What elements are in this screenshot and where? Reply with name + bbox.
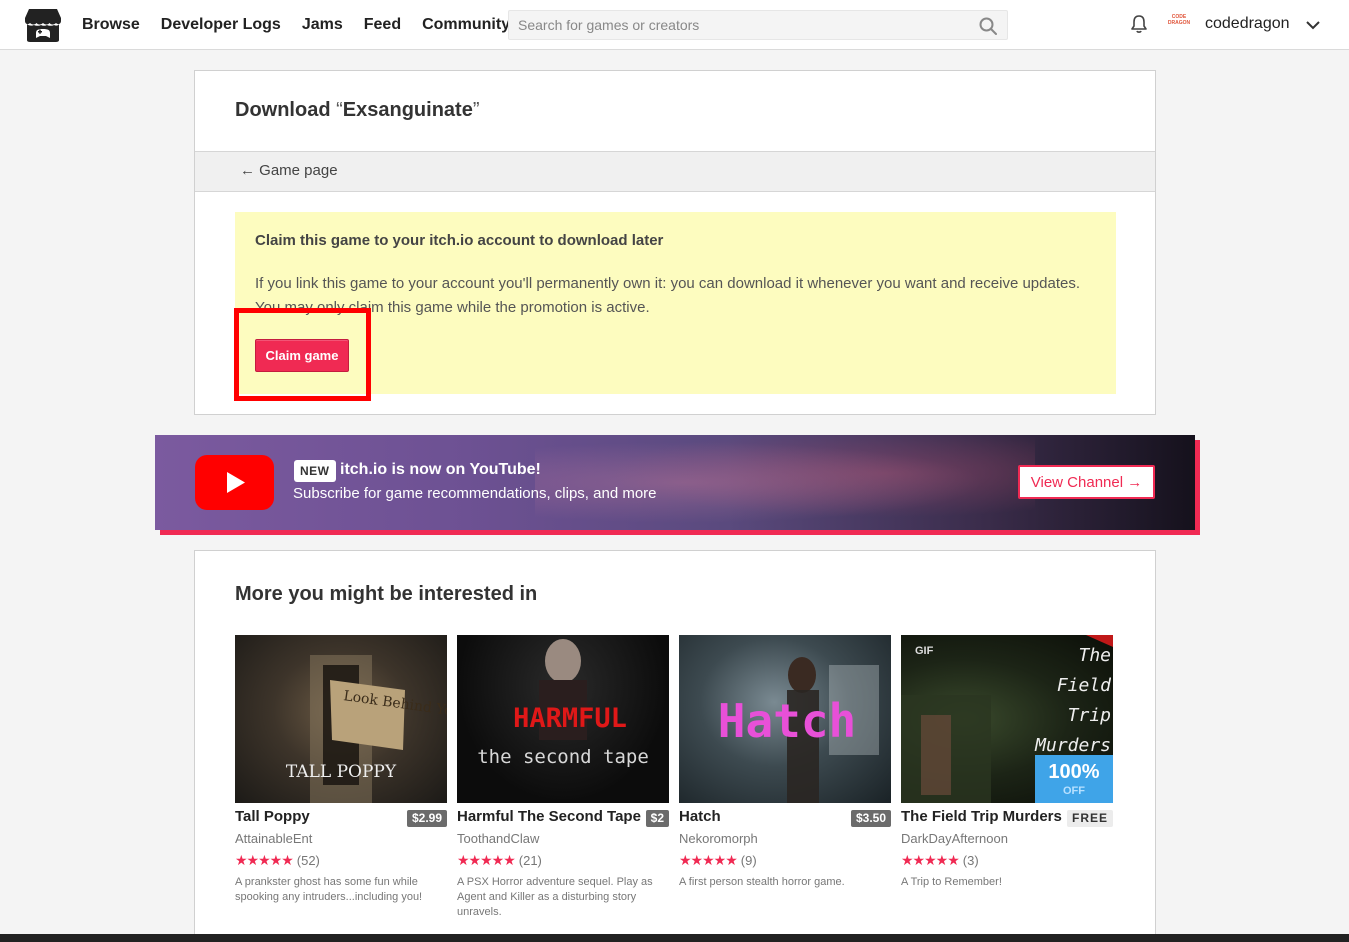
taskbar-edge bbox=[0, 934, 1349, 942]
claim-game-button[interactable]: Claim game bbox=[255, 339, 349, 372]
nav-jams[interactable]: Jams bbox=[302, 16, 343, 34]
nav-community[interactable]: Community bbox=[422, 16, 510, 34]
stars-icon: ★★★★★ bbox=[235, 852, 294, 868]
game-card: HARMFUL the second tape Harmful The Seco… bbox=[457, 635, 669, 935]
nav-feed[interactable]: Feed bbox=[364, 16, 401, 34]
hatch-art: Hatch bbox=[718, 657, 879, 803]
title-prefix: Download bbox=[235, 99, 331, 121]
rating-count: (9) bbox=[740, 853, 757, 868]
youtube-banner: NEW itch.io is now on YouTube! Subscribe… bbox=[155, 435, 1195, 530]
game-page-link[interactable]: ← Game page bbox=[240, 162, 338, 179]
nav-developer-logs[interactable]: Developer Logs bbox=[161, 16, 281, 34]
game-title[interactable]: Harmful The Second Tape bbox=[457, 808, 641, 825]
game-description: A prankster ghost has some fun while spo… bbox=[235, 876, 423, 903]
page-title: Download “Exsanguinate” bbox=[235, 99, 480, 122]
stars-icon: ★★★★★ bbox=[901, 852, 960, 868]
rating-count: (3) bbox=[962, 853, 979, 868]
price-badge: $3.50 bbox=[850, 810, 891, 827]
game-title[interactable]: The Field Trip Murders bbox=[901, 808, 1062, 825]
rating-stars: ★★★★★ (52) bbox=[235, 852, 320, 869]
notification-bell-icon[interactable] bbox=[1129, 14, 1149, 34]
gif-tag: GIF bbox=[915, 645, 934, 657]
claim-notice: Claim this game to your itch.io account … bbox=[235, 212, 1116, 394]
claim-description: If you link this game to your account yo… bbox=[255, 275, 1080, 316]
recommendations-heading: More you might be interested in bbox=[235, 583, 538, 605]
banner-subtitle: Subscribe for game recommendations, clip… bbox=[293, 485, 657, 502]
price-badge: FREE bbox=[1066, 810, 1113, 827]
title-quote-close: ” bbox=[472, 99, 480, 121]
view-channel-button[interactable]: View Channel → bbox=[1018, 465, 1155, 499]
search-icon[interactable] bbox=[979, 17, 997, 35]
username[interactable]: codedragon bbox=[1205, 15, 1290, 33]
sale-percent: 100% bbox=[1048, 761, 1100, 783]
price-badge: $2 bbox=[645, 810, 669, 827]
game-description: A Trip to Remember! bbox=[901, 876, 1002, 888]
game-thumbnail[interactable]: HARMFUL the second tape bbox=[457, 635, 669, 803]
game-thumbnail[interactable]: Hatch bbox=[679, 635, 891, 803]
art-title-box: The Field Trip Murders bbox=[1035, 645, 1111, 755]
itchio-logo-icon[interactable] bbox=[24, 7, 62, 43]
art-title: Hatch bbox=[718, 694, 856, 748]
banner-background-art bbox=[535, 435, 1035, 530]
rating-count: (21) bbox=[518, 853, 542, 868]
art-title: TALL POPPY bbox=[286, 762, 397, 782]
banner-title: itch.io is now on YouTube! bbox=[340, 461, 541, 478]
chevron-down-icon[interactable] bbox=[1305, 17, 1321, 33]
claim-title: Claim this game to your itch.io account … bbox=[255, 232, 664, 249]
game-card: Hatch Hatch $3.50 Nekoromorph ★★★★★ (9) A… bbox=[679, 635, 891, 935]
game-author[interactable]: DarkDayAfternoon bbox=[901, 831, 1008, 846]
game-description: A PSX Horror adventure sequel. Play as A… bbox=[457, 876, 653, 918]
main-nav: Browse Developer Logs Jams Feed Communit… bbox=[82, 0, 510, 50]
art-title: The Field Trip Murders bbox=[1035, 645, 1111, 755]
nav-browse[interactable]: Browse bbox=[82, 16, 140, 34]
game-title[interactable]: Tall Poppy bbox=[235, 808, 310, 825]
game-author[interactable]: ToothandClaw bbox=[457, 831, 539, 846]
game-grid: Look Behind You! TALL POPPY Tall Poppy $… bbox=[235, 635, 1135, 935]
new-badge: NEW bbox=[294, 460, 336, 482]
stars-icon: ★★★★★ bbox=[679, 852, 738, 868]
youtube-logo-icon[interactable] bbox=[195, 455, 274, 510]
harmful-art: HARMFUL the second tape bbox=[477, 639, 649, 768]
rating-stars: ★★★★★ (9) bbox=[679, 852, 757, 869]
game-card: The Field Trip Murders GIF 100% OFF The … bbox=[901, 635, 1113, 935]
rating-stars: ★★★★★ (21) bbox=[457, 852, 542, 869]
rating-count: (52) bbox=[296, 853, 320, 868]
rating-stars: ★★★★★ (3) bbox=[901, 852, 979, 869]
art-title: HARMFUL bbox=[513, 703, 627, 734]
recommendations-panel: More you might be interested in Look Beh… bbox=[194, 550, 1156, 942]
search-box bbox=[508, 10, 1008, 40]
game-description: A first person stealth horror game. bbox=[679, 876, 845, 888]
back-nav-bar: ← Game page bbox=[195, 151, 1155, 192]
stars-icon: ★★★★★ bbox=[457, 852, 516, 868]
game-name: Exsanguinate bbox=[342, 99, 473, 121]
game-thumbnail[interactable]: The Field Trip Murders GIF 100% OFF bbox=[901, 635, 1113, 803]
game-title[interactable]: Hatch bbox=[679, 808, 721, 825]
sale-off-label: OFF bbox=[1063, 785, 1085, 797]
top-navbar: Browse Developer Logs Jams Feed Communit… bbox=[0, 0, 1349, 50]
search-input[interactable] bbox=[509, 11, 959, 39]
game-author[interactable]: Nekoromorph bbox=[679, 831, 758, 846]
sale-badge: 100% OFF bbox=[1035, 755, 1113, 803]
game-card: Look Behind You! TALL POPPY Tall Poppy $… bbox=[235, 635, 447, 935]
title-quote-open: “ bbox=[336, 99, 343, 121]
download-panel: Download “Exsanguinate” ← Game page Clai… bbox=[194, 70, 1156, 415]
game-thumbnail[interactable]: Look Behind You! TALL POPPY bbox=[235, 635, 447, 803]
tall-poppy-art: Look Behind You! TALL POPPY bbox=[286, 655, 447, 803]
avatar[interactable]: CODE DRAGON bbox=[1167, 14, 1191, 34]
game-author[interactable]: AttainableEnt bbox=[235, 831, 312, 846]
art-subtitle: the second tape bbox=[477, 746, 649, 768]
price-badge: $2.99 bbox=[406, 810, 447, 827]
